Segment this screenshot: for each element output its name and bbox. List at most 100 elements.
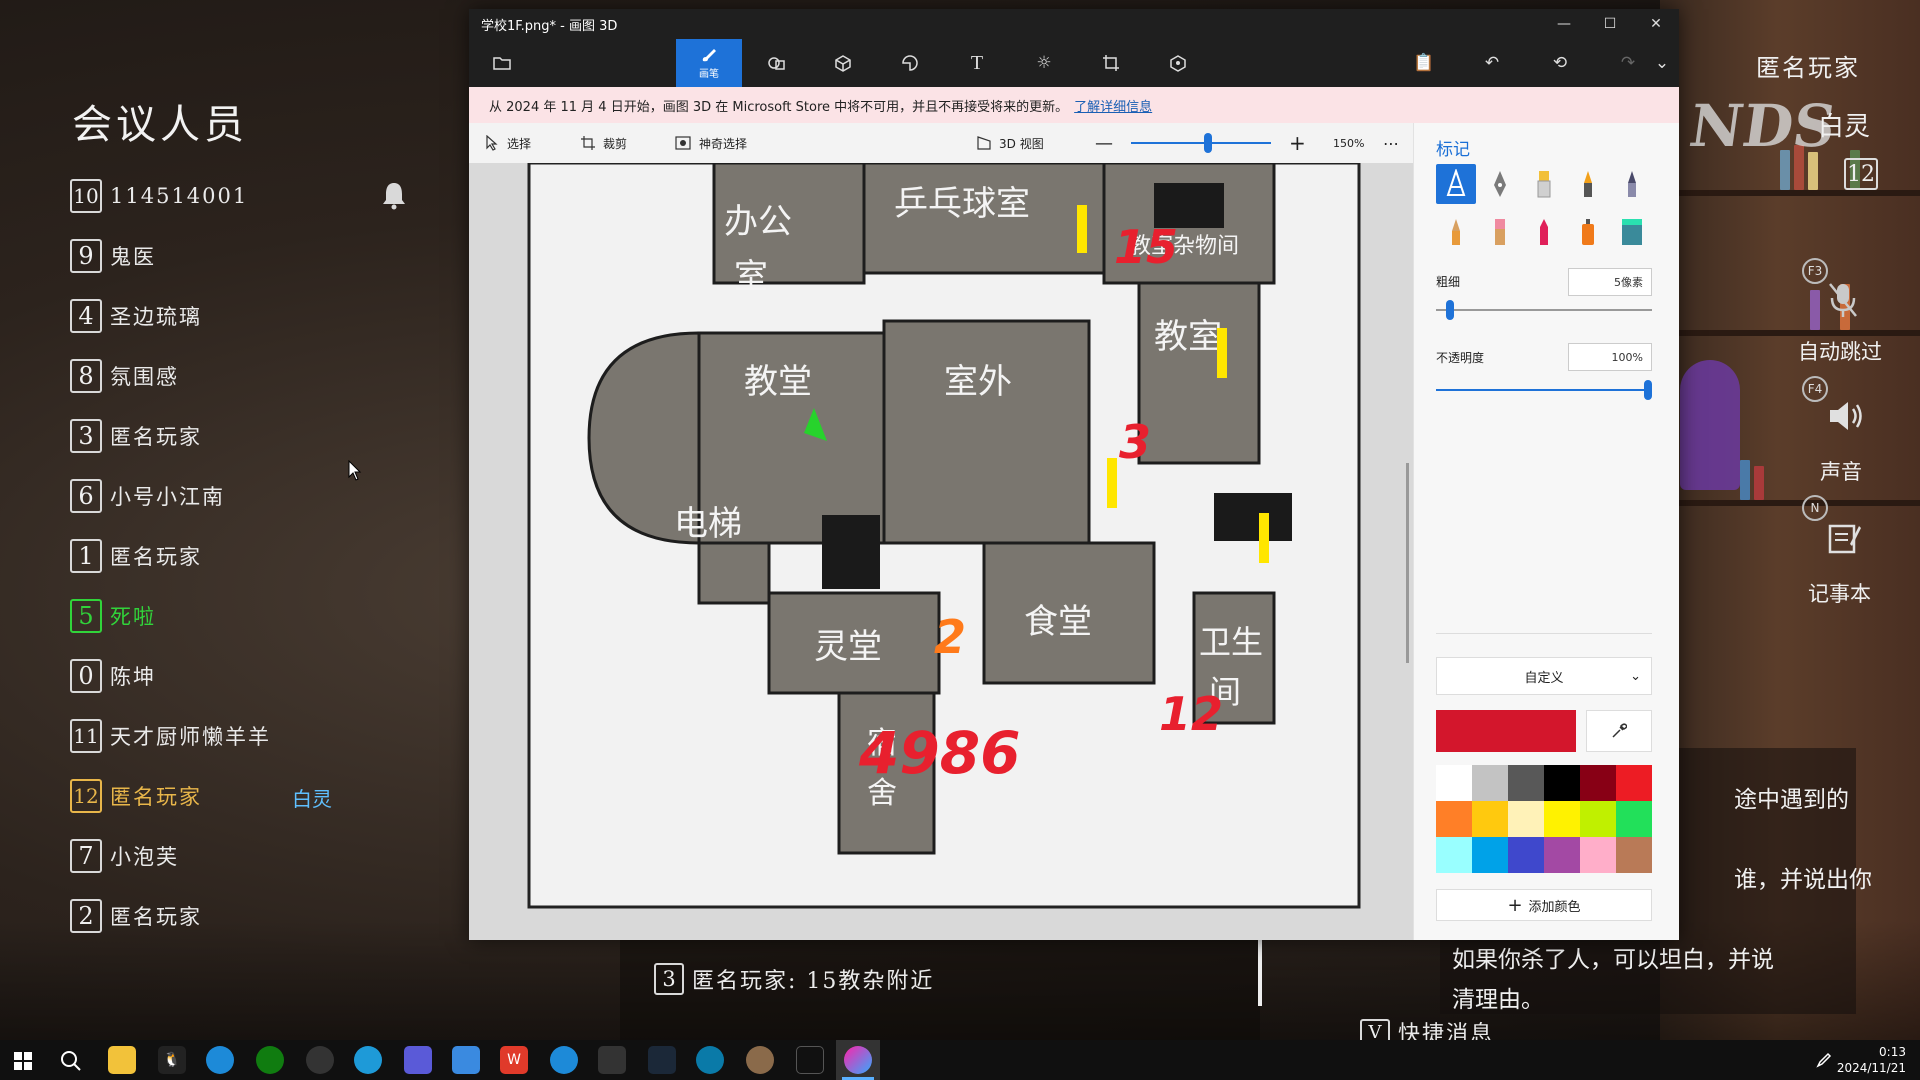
canvas-button[interactable] <box>1078 39 1144 87</box>
voice-chat-icon[interactable] <box>696 1046 724 1074</box>
thickness-input[interactable]: 5像素 <box>1568 268 1652 296</box>
browser-q-2-icon[interactable] <box>550 1046 578 1074</box>
color-swatch[interactable] <box>1544 801 1580 837</box>
minimize-button[interactable]: — <box>1541 9 1587 39</box>
browser-q-icon[interactable] <box>206 1046 234 1074</box>
color-swatch[interactable] <box>1436 765 1472 801</box>
stickers-button[interactable] <box>877 39 943 87</box>
color-swatch[interactable] <box>1436 801 1472 837</box>
opacity-slider-thumb[interactable] <box>1644 380 1652 400</box>
crop-button[interactable]: 裁剪 <box>581 123 627 163</box>
member-row[interactable]: 11 天才厨师懒羊羊 <box>70 719 271 753</box>
zoom-slider-track[interactable] <box>1131 133 1271 153</box>
color-swatch[interactable] <box>1472 801 1508 837</box>
thickness-slider-thumb[interactable] <box>1446 300 1455 320</box>
magic-select-button[interactable]: 神奇选择 <box>675 123 747 163</box>
school-floor-map[interactable]: 办公 室 乒乓球室 教室杂物间 教堂 室外 教室 电梯 灵堂 食堂 卫生 间 宿… <box>469 163 1413 940</box>
effects-button[interactable]: ☼ <box>1011 39 1077 87</box>
library-3d-button[interactable] <box>1145 39 1211 87</box>
paint3d-icon[interactable] <box>844 1046 872 1074</box>
color-swatch[interactable] <box>1616 765 1652 801</box>
member-row[interactable]: 7 小泡芙 <box>70 839 179 873</box>
color-swatch[interactable] <box>1580 801 1616 837</box>
select-button[interactable]: 选择 <box>485 123 531 163</box>
calligraphy-pen-brush[interactable] <box>1480 164 1520 204</box>
member-row[interactable]: 5 死啦 <box>70 599 156 633</box>
sound-label[interactable]: 声音 <box>1820 456 1862 486</box>
search-icon[interactable] <box>60 1050 82 1072</box>
maximize-button[interactable]: ☐ <box>1587 9 1633 39</box>
member-row[interactable]: 1 匿名玩家 <box>70 539 202 573</box>
spray-can-brush[interactable] <box>1568 212 1608 252</box>
media-player-icon[interactable] <box>404 1046 432 1074</box>
color-swatch[interactable] <box>1544 837 1580 873</box>
game-client-icon[interactable] <box>598 1046 626 1074</box>
file-explorer-icon[interactable] <box>108 1046 136 1074</box>
crayon-brush[interactable] <box>1524 212 1564 252</box>
steam-icon[interactable] <box>648 1046 676 1074</box>
menu-folder-button[interactable] <box>469 39 535 87</box>
watercolor-brush[interactable] <box>1568 164 1608 204</box>
avatar-app-icon[interactable] <box>746 1046 774 1074</box>
canvas-area[interactable]: 办公 室 乒乓球室 教室杂物间 教堂 室外 教室 电梯 灵堂 食堂 卫生 间 宿… <box>469 163 1413 940</box>
zoom-out-button[interactable]: — <box>1095 123 1113 163</box>
clock[interactable]: 0:13 2024/11/21 <box>1837 1044 1906 1076</box>
member-row[interactable]: 6 小号小江南 <box>70 479 225 513</box>
game-icon[interactable] <box>796 1046 824 1074</box>
opacity-slider[interactable] <box>1436 380 1652 400</box>
member-row[interactable]: 10 114514001 <box>70 179 248 213</box>
wps-icon[interactable]: W <box>500 1046 528 1074</box>
edge-icon[interactable] <box>354 1046 382 1074</box>
speaker-icon[interactable] <box>1826 398 1866 434</box>
text-tool-button[interactable]: T <box>944 39 1010 87</box>
zoom-level[interactable]: 150% <box>1333 123 1364 163</box>
auto-skip-label[interactable]: 自动跳过 <box>1798 336 1882 366</box>
member-row[interactable]: 8 氛围感 <box>70 359 179 393</box>
view-3d-button[interactable]: 3D 视图 <box>977 123 1044 163</box>
xbox-icon[interactable] <box>256 1046 284 1074</box>
marker-brush[interactable] <box>1436 164 1476 204</box>
member-row[interactable]: 3 匿名玩家 <box>70 419 202 453</box>
chat-scrollbar[interactable] <box>1258 940 1262 1006</box>
color-swatch[interactable] <box>1616 837 1652 873</box>
zoom-slider-thumb[interactable] <box>1203 133 1212 153</box>
qq-icon[interactable]: 🐧 <box>158 1046 186 1074</box>
notepad-label[interactable]: 记事本 <box>1808 578 1871 608</box>
eyedropper-button[interactable] <box>1586 710 1652 752</box>
zoom-in-button[interactable]: + <box>1289 123 1306 163</box>
microphone-muted-icon[interactable] <box>1826 280 1860 320</box>
color-swatch[interactable] <box>1508 837 1544 873</box>
eraser-brush[interactable] <box>1480 212 1520 252</box>
paste-button[interactable]: 📋 <box>1391 39 1457 87</box>
member-row[interactable]: 9 鬼医 <box>70 239 156 273</box>
bell-icon[interactable] <box>380 180 408 210</box>
fill-bucket-brush[interactable] <box>1612 212 1652 252</box>
color-swatch[interactable] <box>1616 801 1652 837</box>
current-color-swatch[interactable] <box>1436 710 1576 752</box>
expand-menu-button[interactable]: ⌄ <box>1645 39 1679 87</box>
windows-start-icon[interactable] <box>14 1052 32 1070</box>
pencil-brush[interactable] <box>1436 212 1476 252</box>
pen-icon[interactable] <box>1816 1052 1832 1068</box>
more-options-button[interactable]: ⋯ <box>1383 123 1399 163</box>
member-row[interactable]: 2 匿名玩家 <box>70 899 202 933</box>
color-swatch[interactable] <box>1508 801 1544 837</box>
feishu-icon[interactable] <box>452 1046 480 1074</box>
color-swatch[interactable] <box>1472 765 1508 801</box>
history-button[interactable]: ⟲ <box>1527 39 1593 87</box>
oil-brush[interactable] <box>1524 164 1564 204</box>
shapes-3d-button[interactable] <box>810 39 876 87</box>
shapes-2d-button[interactable] <box>743 39 809 87</box>
notepad-icon[interactable] <box>1826 520 1862 556</box>
pixel-pen-brush[interactable] <box>1612 164 1652 204</box>
thickness-slider[interactable] <box>1436 300 1652 320</box>
color-swatch[interactable] <box>1508 765 1544 801</box>
learn-more-link[interactable]: 了解详细信息 <box>1074 96 1152 115</box>
undo-button[interactable]: ↶ <box>1459 39 1525 87</box>
canvas-scrollbar[interactable] <box>1406 463 1409 663</box>
brushes-tool-button[interactable]: 画笔 <box>676 39 742 87</box>
color-swatch[interactable] <box>1472 837 1508 873</box>
member-row[interactable]: 4 圣边琉璃 <box>70 299 202 333</box>
color-swatch[interactable] <box>1580 765 1616 801</box>
close-button[interactable]: ✕ <box>1633 9 1679 39</box>
